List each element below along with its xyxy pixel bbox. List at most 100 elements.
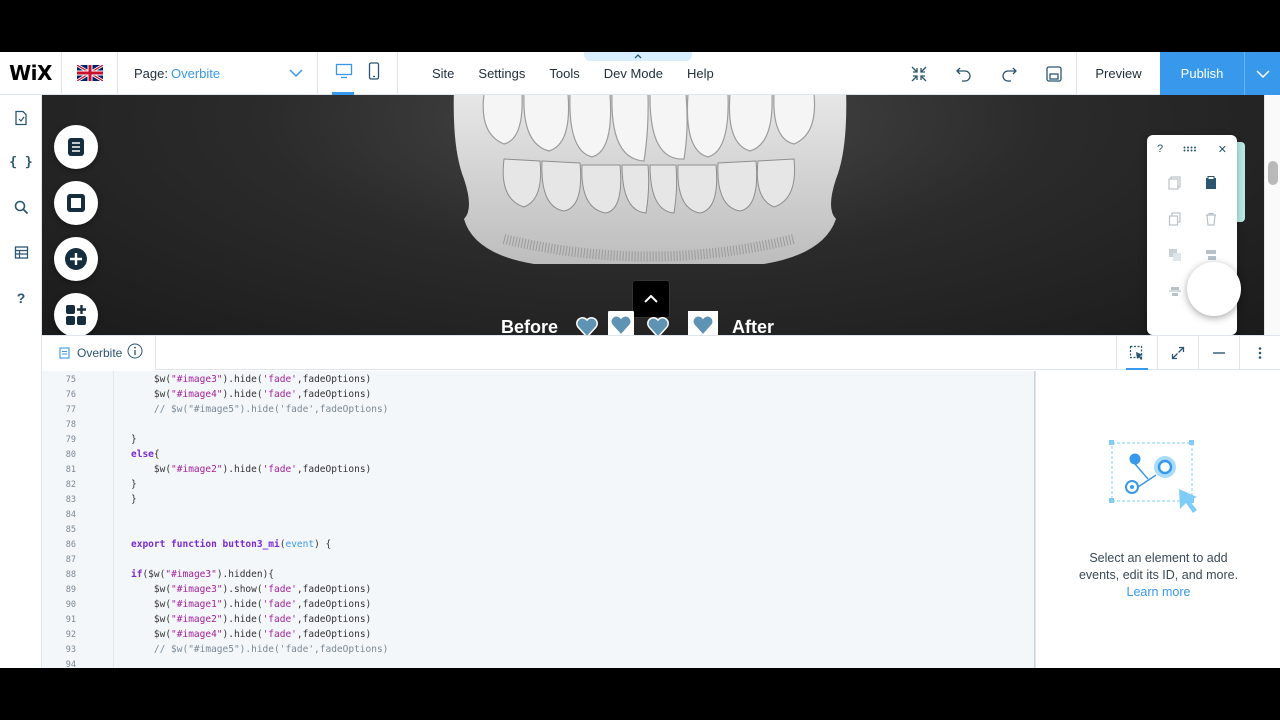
maximize-icon[interactable] bbox=[1157, 336, 1198, 370]
redo-icon[interactable] bbox=[986, 52, 1031, 95]
search-icon[interactable] bbox=[0, 185, 42, 230]
file-tab-overbite[interactable]: Overbite bbox=[42, 335, 157, 370]
panel-strip bbox=[1237, 142, 1245, 222]
properties-panel: Select an element to add events, edit it… bbox=[1035, 371, 1280, 668]
code-line[interactable]: 76 $w("#image4").hide('fade',fadeOptions… bbox=[42, 387, 1032, 402]
code-line[interactable]: 81 $w("#image2").hide('fade',fadeOptions… bbox=[42, 462, 1032, 477]
add-element-button[interactable] bbox=[54, 237, 98, 281]
code-line[interactable]: 82} bbox=[42, 477, 1032, 492]
duplicate-icon[interactable] bbox=[1157, 205, 1193, 233]
add-apps-button[interactable] bbox=[54, 293, 98, 335]
language-flag-icon[interactable] bbox=[62, 52, 118, 95]
properties-panel-icon[interactable] bbox=[1116, 336, 1157, 370]
properties-message-line2: events, edit its ID, and more. bbox=[1078, 568, 1239, 582]
code-text: // $w("#image5").hide('fade',fadeOptions… bbox=[153, 404, 389, 415]
save-icon[interactable] bbox=[1031, 52, 1076, 95]
arrange-icon[interactable] bbox=[1157, 241, 1193, 269]
code-line[interactable]: 78 bbox=[42, 417, 1032, 432]
teeth-image[interactable] bbox=[444, 95, 854, 269]
device-switcher bbox=[318, 52, 398, 95]
code-line[interactable]: 93 // $w("#image5").hide('fade',fadeOpti… bbox=[42, 642, 1032, 657]
code-line[interactable]: 75 $w("#image3").hide('fade',fadeOptions… bbox=[42, 372, 1032, 387]
heart-icon bbox=[647, 317, 669, 335]
top-bar-actions: Preview Publish bbox=[896, 52, 1280, 95]
close-icon[interactable]: ✕ bbox=[1218, 143, 1227, 156]
menu-help[interactable]: Help bbox=[686, 66, 715, 81]
code-text: } bbox=[131, 494, 137, 505]
line-number: 83 bbox=[65, 495, 76, 505]
code-line[interactable]: 80 else{ bbox=[42, 447, 1032, 462]
site-canvas[interactable]: Before After bbox=[42, 95, 1264, 335]
before-label: Before bbox=[501, 317, 559, 335]
copy-icon[interactable] bbox=[1157, 169, 1193, 197]
collapse-handle[interactable] bbox=[584, 52, 692, 61]
code-line[interactable]: 86 export function button3_mi(event) { bbox=[42, 537, 1032, 552]
line-number: 76 bbox=[65, 390, 76, 400]
publish-button[interactable]: Publish bbox=[1160, 52, 1244, 95]
panel-help-icon[interactable]: ? bbox=[1157, 143, 1163, 155]
quick-action-button[interactable] bbox=[1187, 262, 1241, 316]
mobile-icon[interactable] bbox=[368, 61, 380, 85]
chevron-down-icon bbox=[289, 66, 303, 81]
code-editor[interactable]: 75 $w("#image3").hide('fade',fadeOptions… bbox=[42, 371, 1035, 668]
wix-editor: WiX Page: Overbite Site Settings Tools D… bbox=[0, 52, 1280, 668]
page-file-icon bbox=[59, 346, 70, 359]
code-text: $w("#image4").hide('fade',fadeOptions) bbox=[131, 389, 372, 400]
code-line[interactable]: 88 if($w("#image3").hidden){ bbox=[42, 567, 1032, 582]
properties-message-line1: Select an element to add bbox=[1089, 551, 1228, 565]
site-structure-icon[interactable] bbox=[0, 95, 42, 140]
publish-dropdown-button[interactable] bbox=[1244, 52, 1280, 95]
zoom-out-icon[interactable] bbox=[896, 52, 941, 95]
line-number: 94 bbox=[65, 660, 76, 668]
learn-more-link[interactable]: Learn more bbox=[1036, 584, 1280, 601]
drag-handle-icon[interactable] bbox=[1183, 143, 1197, 155]
code-line[interactable]: 91 $w("#image2").hide('fade',fadeOptions… bbox=[42, 612, 1032, 627]
select-element-illustration bbox=[1109, 440, 1197, 513]
undo-icon[interactable] bbox=[941, 52, 986, 95]
line-number: 75 bbox=[65, 375, 76, 385]
editor-splitter[interactable] bbox=[1028, 371, 1035, 668]
menu-dev-mode[interactable]: Dev Mode bbox=[603, 66, 664, 81]
code-text: export function button3_mi(event) { bbox=[131, 539, 332, 550]
menu-site[interactable]: Site bbox=[431, 66, 455, 81]
help-icon[interactable]: ? bbox=[0, 275, 42, 320]
code-line[interactable]: 77 // $w("#image5").hide('fade',fadeOpti… bbox=[42, 402, 1032, 417]
code-line[interactable]: 83} bbox=[42, 492, 1032, 507]
minimize-icon[interactable] bbox=[1198, 336, 1239, 370]
code-line[interactable]: 79} bbox=[42, 432, 1032, 447]
page-selector[interactable]: Page: Overbite bbox=[118, 52, 318, 95]
preview-button[interactable]: Preview bbox=[1076, 52, 1160, 95]
code-line[interactable]: 89 $w("#image3").show('fade',fadeOptions… bbox=[42, 582, 1032, 597]
paste-icon[interactable] bbox=[1193, 169, 1229, 197]
line-number: 92 bbox=[65, 630, 76, 640]
line-number: 79 bbox=[65, 435, 76, 445]
code-line[interactable]: 84 bbox=[42, 507, 1032, 522]
background-button[interactable] bbox=[54, 181, 98, 225]
code-text: else{ bbox=[131, 449, 160, 460]
code-line[interactable]: 92 $w("#image4").hide('fade',fadeOptions… bbox=[42, 627, 1032, 642]
wix-logo[interactable]: WiX bbox=[0, 52, 62, 95]
scrollbar-thumb[interactable] bbox=[1268, 161, 1278, 185]
info-icon[interactable] bbox=[127, 343, 143, 362]
code-line[interactable]: 94 bbox=[42, 657, 1032, 668]
code-line[interactable]: 90 $w("#image1").hide('fade',fadeOptions… bbox=[42, 597, 1032, 612]
menu-tools[interactable]: Tools bbox=[548, 66, 580, 81]
database-icon[interactable] bbox=[0, 230, 42, 275]
line-number: 77 bbox=[65, 405, 76, 415]
code-line[interactable]: 85 bbox=[42, 522, 1032, 537]
code-line[interactable]: 87 bbox=[42, 552, 1032, 567]
code-files-icon[interactable]: { } bbox=[0, 140, 42, 185]
more-options-icon[interactable] bbox=[1239, 336, 1280, 370]
menu-settings[interactable]: Settings bbox=[477, 66, 526, 81]
canvas-scrollbar[interactable] bbox=[1264, 95, 1280, 335]
desktop-icon[interactable] bbox=[335, 63, 353, 84]
code-text: } bbox=[131, 479, 137, 490]
heart-buttons[interactable] bbox=[576, 311, 726, 335]
pages-button[interactable] bbox=[54, 125, 98, 169]
line-number: 84 bbox=[65, 510, 76, 520]
page-label: Page: bbox=[134, 65, 168, 81]
code-text: } bbox=[131, 434, 137, 445]
line-number: 81 bbox=[65, 465, 76, 475]
code-text: if($w("#image3").hidden){ bbox=[131, 569, 275, 580]
delete-icon[interactable] bbox=[1193, 205, 1229, 233]
